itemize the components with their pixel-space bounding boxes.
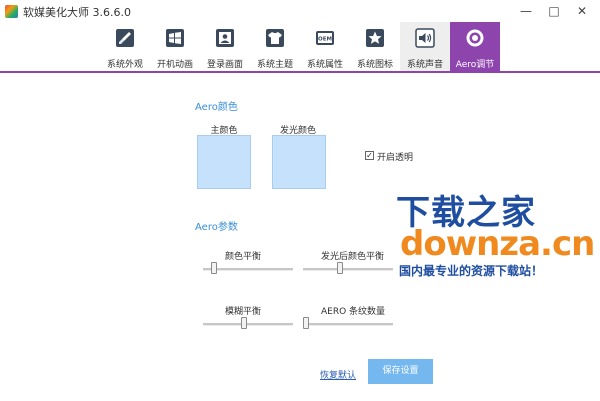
window-title: 软媒美化大师 3.6.6.0 xyxy=(23,6,131,19)
restore-defaults-link[interactable]: 恢复默认 xyxy=(320,368,356,381)
brush-icon xyxy=(116,29,134,47)
watermark-url: downza.cn xyxy=(400,224,595,264)
glow-color-swatch[interactable] xyxy=(272,135,326,189)
toolbar-accent-line xyxy=(0,71,600,73)
aero-ring-icon xyxy=(466,29,484,47)
title-bar: 软媒美化大师 3.6.6.0 — □ ✕ xyxy=(0,0,600,22)
tshirt-icon xyxy=(266,29,284,47)
slider-thumb-glow-color-balance[interactable] xyxy=(336,262,343,274)
slider-track-blur-balance[interactable] xyxy=(203,323,293,326)
slider-track-aero-stripes[interactable] xyxy=(303,323,393,326)
tab-login-screen[interactable]: 登录画面 xyxy=(200,22,250,71)
slider-thumb-color-balance[interactable] xyxy=(211,262,218,274)
watermark-tagline: 国内最专业的资源下载站！ xyxy=(399,264,544,278)
speaker-icon xyxy=(415,28,435,48)
slider-thumb-aero-stripes[interactable] xyxy=(303,317,309,329)
user-portrait-icon xyxy=(216,29,234,47)
tab-label: Aero调节 xyxy=(455,60,495,70)
save-settings-button[interactable]: 保存设置 xyxy=(368,359,433,384)
app-logo-icon xyxy=(5,5,18,18)
minimize-button[interactable]: — xyxy=(512,0,540,22)
tab-boot-animation[interactable]: 开机动画 xyxy=(150,22,200,71)
oem-icon: OEM xyxy=(316,31,334,45)
transparency-checkbox[interactable]: ✓ xyxy=(365,151,374,160)
slider-track-glow-color-balance[interactable] xyxy=(303,268,393,271)
star-icon xyxy=(366,29,384,47)
windows-logo-icon xyxy=(166,29,184,47)
close-button[interactable]: ✕ xyxy=(568,0,596,22)
slider-label-aero-stripes: AERO 条纹数量 xyxy=(321,307,386,317)
tab-system-properties[interactable]: OEM 系统属性 xyxy=(300,22,350,71)
transparency-label: 开启透明 xyxy=(377,153,414,163)
check-mark-icon: ✓ xyxy=(366,151,373,160)
slider-label-color-balance: 颜色平衡 xyxy=(225,252,262,262)
tab-system-sound[interactable]: 系统声音 xyxy=(400,22,450,71)
tab-system-appearance[interactable]: 系统外观 xyxy=(100,22,150,71)
slider-thumb-blur-balance[interactable] xyxy=(240,317,247,329)
slider-label-blur-balance: 模糊平衡 xyxy=(225,307,262,317)
oem-text: OEM xyxy=(318,37,332,43)
aero-color-title: Aero颜色 xyxy=(195,102,238,113)
primary-color-swatch[interactable] xyxy=(197,135,251,189)
maximize-button[interactable]: □ xyxy=(540,0,568,22)
slider-label-glow-color-balance: 发光后颜色平衡 xyxy=(321,252,385,262)
tab-system-theme[interactable]: 系统主题 xyxy=(250,22,300,71)
aero-params-title: Aero参数 xyxy=(195,222,238,233)
tab-aero-adjust[interactable]: Aero调节 xyxy=(450,22,500,71)
tab-system-icons[interactable]: 系统图标 xyxy=(350,22,400,71)
